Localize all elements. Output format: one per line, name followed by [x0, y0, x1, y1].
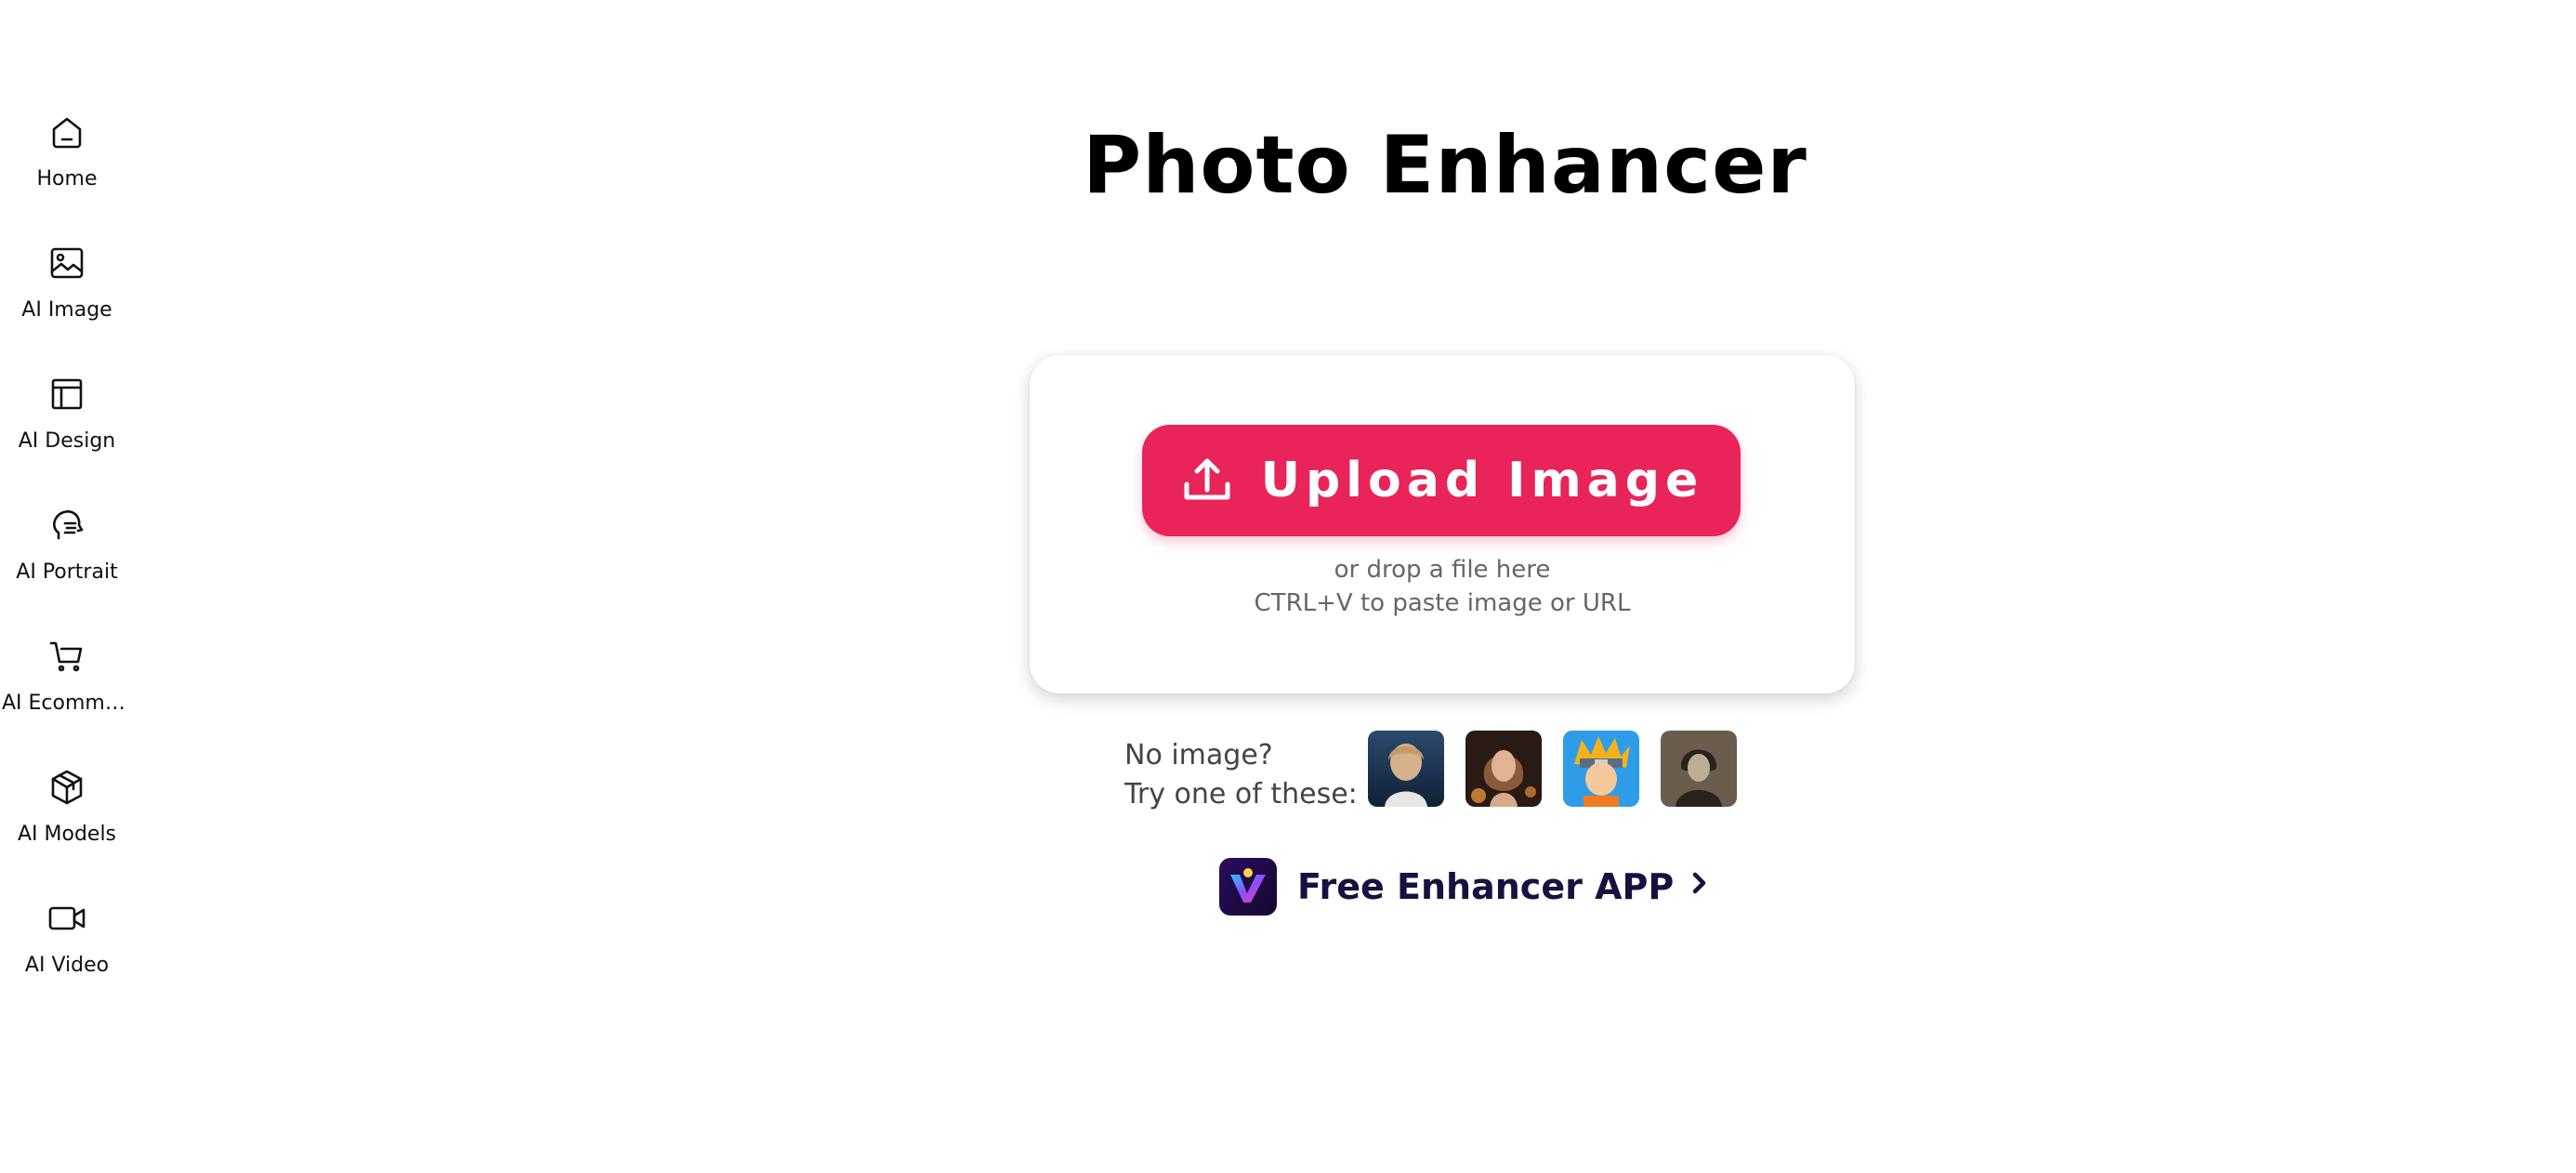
sidebar-item-label: AI Models — [17, 823, 117, 846]
portrait-icon — [46, 505, 87, 546]
samples-label-line1: No image? — [1124, 739, 1273, 771]
layout-icon — [46, 374, 87, 415]
upload-image-button[interactable]: Upload Image — [1142, 425, 1741, 536]
sidebar-item-ai-models[interactable]: AI Models — [0, 767, 134, 878]
samples-label: No image? Try one of these: — [1124, 736, 1358, 814]
sidebar-item-ai-ecommerce[interactable]: AI Ecommer... — [0, 636, 134, 747]
sample-thumbnail-woman[interactable] — [1465, 731, 1542, 807]
upload-icon — [1179, 453, 1235, 508]
upload-dropzone[interactable]: Upload Image or drop a file here CTRL+V … — [1030, 355, 1855, 693]
sidebar-item-label: AI Image — [21, 298, 112, 322]
app-link-label: Free Enhancer APP — [1297, 866, 1675, 907]
chevron-right-icon — [1690, 868, 1709, 905]
sidebar-item-ai-video[interactable]: AI Video — [0, 898, 134, 1009]
sample-thumbnail-vintage[interactable] — [1661, 731, 1737, 807]
upload-button-label: Upload Image — [1260, 453, 1704, 508]
sidebar-item-label: AI Ecommer... — [2, 692, 132, 715]
cube-icon — [46, 767, 87, 808]
app-logo-icon — [1219, 858, 1277, 916]
sidebar-item-ai-design[interactable]: AI Design — [0, 374, 134, 485]
sample-thumbnail-anime[interactable] — [1563, 731, 1639, 807]
sidebar-item-label: AI Design — [18, 429, 116, 453]
sidebar-item-label: AI Portrait — [16, 560, 118, 584]
cart-icon — [46, 636, 87, 677]
free-enhancer-app-link[interactable]: Free Enhancer APP — [1219, 857, 1709, 916]
sidebar-item-label: AI Video — [24, 954, 110, 977]
page-title: Photo Enhancer — [1083, 119, 1807, 212]
drop-hint: or drop a file here — [1334, 556, 1551, 584]
image-icon — [46, 243, 87, 283]
paste-hint: CTRL+V to paste image or URL — [1254, 589, 1631, 617]
video-icon — [46, 898, 87, 939]
sidebar-item-ai-portrait[interactable]: AI Portrait — [0, 505, 134, 616]
samples-label-line2: Try one of these: — [1124, 778, 1358, 811]
sidebar-item-ai-image[interactable]: AI Image — [0, 243, 134, 354]
sample-thumbnail-girl[interactable] — [1368, 731, 1444, 807]
